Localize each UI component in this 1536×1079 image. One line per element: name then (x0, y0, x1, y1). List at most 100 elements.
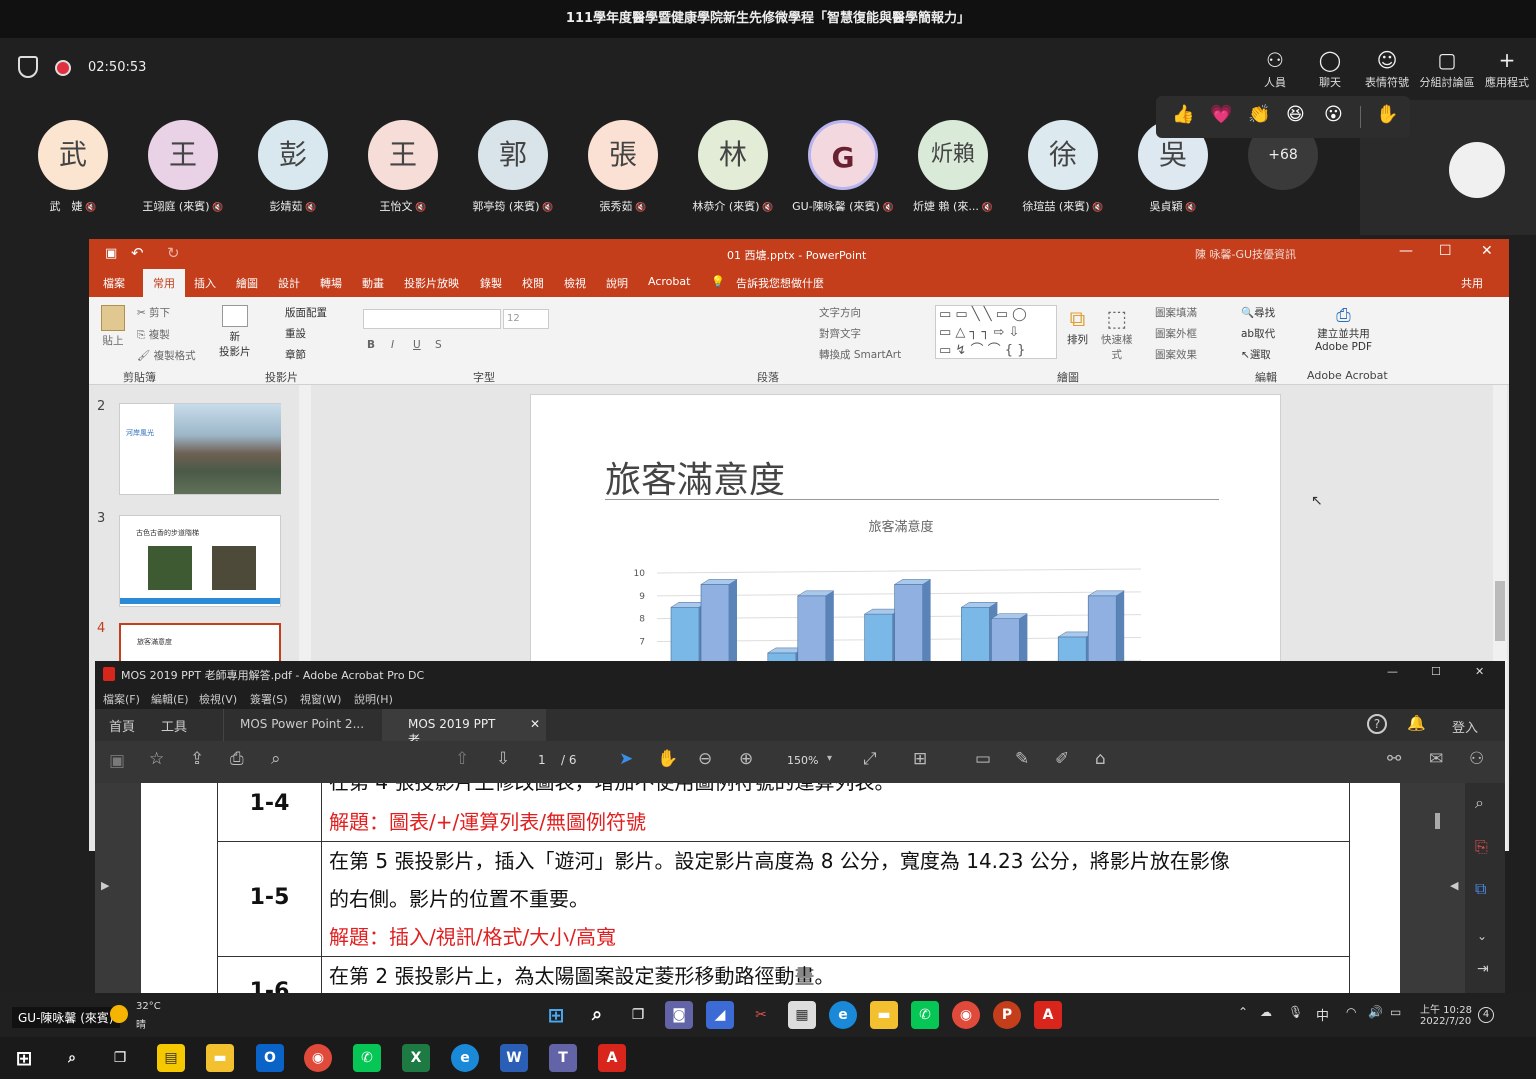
windows-start-icon[interactable]: ⊞ (10, 1044, 38, 1072)
reaction-laugh[interactable]: 😆 (1286, 104, 1305, 125)
shape-effects-button[interactable]: 圖案效果 (1155, 347, 1197, 362)
font-name-input[interactable] (363, 309, 501, 329)
tab-slideshow[interactable]: 投影片放映 (404, 275, 459, 291)
menu-view[interactable]: 檢視(V) (199, 691, 237, 707)
page-up-icon[interactable]: ⇧ (455, 749, 469, 769)
minimize-icon[interactable]: — (1387, 665, 1398, 678)
format-painter-button[interactable]: 🖌 複製格式 (137, 348, 196, 363)
rooms-button[interactable]: ▢ 分組討論區 (1417, 46, 1477, 90)
emoji-button[interactable]: ☺ 表情符號 (1357, 46, 1417, 90)
shape-outline-button[interactable]: 圖案外框 (1155, 326, 1197, 341)
close-icon[interactable]: ✕ (1481, 243, 1493, 259)
chart[interactable]: 旅客滿意度1098765420152019 (621, 515, 1181, 664)
clock-date[interactable]: 2022/7/20 (1420, 1016, 1471, 1027)
upload-icon[interactable]: ⇪ (190, 749, 204, 769)
maximize-icon[interactable]: ☐ (1431, 665, 1441, 678)
pdf-scrollbar[interactable] (1431, 783, 1445, 993)
reset-button[interactable]: 重設 (285, 326, 306, 341)
edge-icon[interactable]: e (451, 1044, 479, 1072)
align-text-button[interactable]: 對齊文字 (819, 326, 861, 341)
nav-tools[interactable]: 工具 (161, 716, 187, 735)
slide-canvas[interactable]: 旅客滿意度 旅客滿意度1098765420152019 (530, 394, 1281, 664)
mail-icon[interactable]: ✉ (1429, 749, 1443, 769)
link-icon[interactable]: ⚯ (1387, 749, 1401, 769)
participant-avatar[interactable]: 王 (148, 120, 218, 190)
scroll-thumb[interactable] (1495, 581, 1505, 641)
minimize-icon[interactable]: — (1399, 243, 1413, 259)
outlook-icon[interactable]: O (256, 1044, 284, 1072)
text-direction-button[interactable]: 文字方向 (819, 305, 861, 320)
tab-review[interactable]: 校閱 (522, 275, 544, 291)
collapse-pane-icon[interactable]: ⇥ (1477, 961, 1489, 977)
taskview-icon[interactable]: ❐ (624, 1001, 652, 1029)
chevron-down-icon[interactable]: ▾ (827, 753, 832, 764)
paste-button[interactable]: 貼上 (101, 305, 125, 348)
share-button[interactable]: 共用 (1461, 275, 1483, 291)
notification-badge[interactable]: 4 (1478, 1007, 1494, 1023)
save-icon[interactable]: ▣ (105, 246, 117, 261)
redo-icon[interactable]: ↻ (167, 244, 180, 262)
nav-home[interactable]: 首頁 (109, 716, 135, 735)
search-icon[interactable]: ⌕ (58, 1044, 86, 1072)
tab-file[interactable]: 檔案 (103, 275, 125, 291)
participant-avatar[interactable]: 武 (38, 120, 108, 190)
font-size-input[interactable]: 12 (503, 309, 549, 329)
wifi-icon[interactable]: ◠ (1346, 1005, 1356, 1019)
explorer-icon[interactable]: ▬ (206, 1044, 234, 1072)
ppt-user[interactable]: 陳 咏馨-GU技優資訊 (1195, 246, 1296, 262)
login-button[interactable]: 登入 (1452, 717, 1478, 736)
mic-icon[interactable]: 🎙 (1288, 1005, 1303, 1019)
copy-button[interactable]: ⎘ 複製 (137, 327, 170, 342)
stamp-icon[interactable]: ⌂ (1095, 749, 1106, 769)
search-icon[interactable]: ⌕ (583, 1001, 611, 1029)
zoom-search-icon[interactable]: ⌕ (271, 749, 281, 769)
excel-icon[interactable]: X (402, 1044, 430, 1072)
tab-design[interactable]: 設計 (278, 275, 300, 291)
collapse-right-icon[interactable]: ◀ (1450, 879, 1458, 892)
menu-sign[interactable]: 簽署(S) (250, 691, 288, 707)
zoom-icon[interactable]: ⌕ (1475, 793, 1484, 813)
apps-button[interactable]: + 應用程式 (1477, 46, 1536, 90)
arrange-button[interactable]: ⧉ 排列 (1067, 307, 1088, 347)
slide-thumb-2[interactable]: 河岸風光 (119, 403, 281, 495)
tab-insert[interactable]: 插入 (194, 275, 216, 291)
tab-view[interactable]: 檢視 (564, 275, 586, 291)
save-icon[interactable]: ▣ (109, 751, 125, 771)
chat-button[interactable]: ◯ 聊天 (1300, 46, 1360, 90)
line-icon[interactable]: ✆ (353, 1044, 381, 1072)
create-pdf-button[interactable]: ⎙ 建立並共用 Adobe PDF (1315, 305, 1372, 353)
word-icon[interactable]: W (500, 1044, 528, 1072)
teams-chat-icon[interactable]: ◙ (665, 1001, 693, 1029)
reaction-like[interactable]: 👍 (1172, 104, 1194, 125)
shape-fill-button[interactable]: 圖案填滿 (1155, 305, 1197, 320)
export-pdf-icon[interactable]: ⎘ (1475, 837, 1488, 857)
powerpoint-icon[interactable]: P (993, 1001, 1021, 1029)
comment-icon[interactable]: ▭ (975, 749, 991, 769)
doc-tab-2[interactable]: MOS 2019 PPT 老... ✕ (382, 709, 546, 747)
tab-record[interactable]: 錄製 (480, 275, 502, 291)
menu-help[interactable]: 說明(H) (354, 691, 393, 707)
people-button[interactable]: ⚇ 人員 (1245, 46, 1305, 90)
pen-icon[interactable]: ✎ (1015, 749, 1029, 769)
star-icon[interactable]: ☆ (149, 749, 164, 769)
reaction-surprise[interactable]: 😮 (1324, 104, 1343, 125)
replace-button[interactable]: ab取代 (1241, 326, 1275, 341)
shapes-gallery[interactable]: ▭ ▭ ╲ ╲ ▭ ◯ ▭ △ ┐ ┐ ⇨ ⇩ ▭ ↯ ⌒ ⌒ { } (935, 305, 1057, 359)
store-icon[interactable]: ▦ (788, 1001, 816, 1029)
sticky-notes-icon[interactable]: ▤ (157, 1044, 185, 1072)
participant-avatar[interactable]: 林 (698, 120, 768, 190)
chrome-icon[interactable]: ◉ (304, 1044, 332, 1072)
participant-avatar[interactable]: G (808, 120, 878, 190)
tab-acrobat[interactable]: Acrobat (648, 275, 690, 288)
zoom-in-icon[interactable]: ⊕ (739, 749, 753, 769)
cut-button[interactable]: ✂ 剪下 (137, 305, 170, 320)
help-icon[interactable]: ? (1367, 714, 1387, 734)
find-button[interactable]: 🔍尋找 (1241, 305, 1275, 320)
layout-button[interactable]: 版面配置 (285, 305, 327, 320)
select-button[interactable]: ↖選取 (1241, 347, 1271, 362)
acrobat-icon[interactable]: A (598, 1044, 626, 1072)
tab-help[interactable]: 說明 (606, 275, 628, 291)
reaction-clap[interactable]: 👏 (1248, 104, 1270, 125)
participant-avatar[interactable]: 徐 (1028, 120, 1098, 190)
edge-icon[interactable]: e (829, 1001, 857, 1029)
